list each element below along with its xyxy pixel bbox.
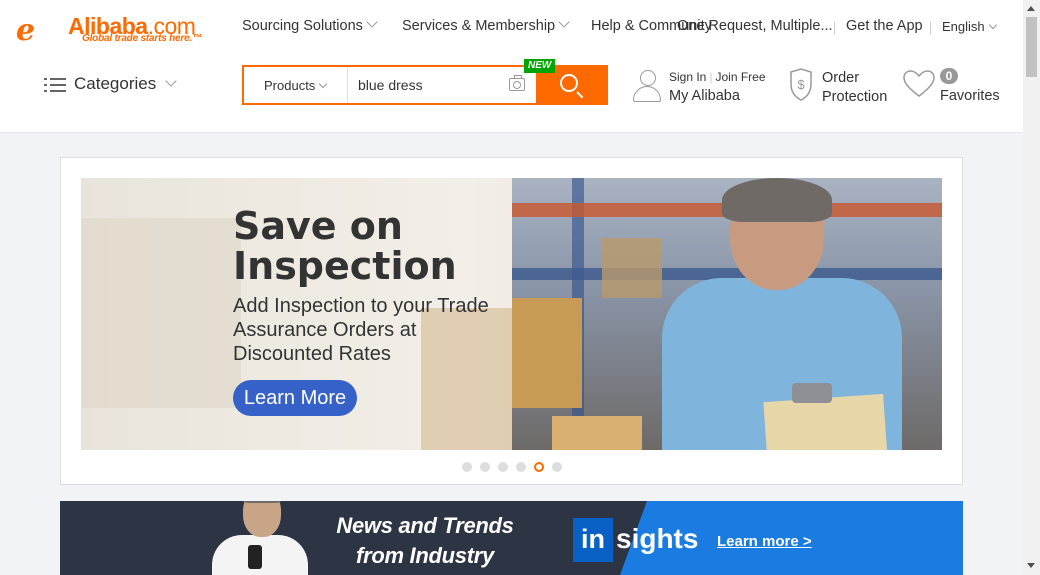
- nav-rfq-label: One Request, Multiple...: [677, 18, 833, 34]
- search-input[interactable]: [358, 74, 504, 96]
- carousel-dot-active[interactable]: [534, 462, 544, 472]
- logo-tagline: Global trade starts here.™: [82, 33, 202, 44]
- favorites-count-badge: 0: [940, 68, 958, 84]
- shield-dollar-icon[interactable]: $: [787, 68, 815, 102]
- chevron-down-icon: [165, 75, 177, 87]
- nav-sourcing-label: Sourcing Solutions: [242, 18, 363, 34]
- logo-mark-icon: e: [16, 13, 36, 48]
- favorites-link[interactable]: Favorites: [940, 88, 1000, 104]
- camera-icon[interactable]: [509, 75, 525, 91]
- svg-text:$: $: [797, 77, 805, 92]
- nav-divider: [930, 22, 931, 35]
- warehouse-worker-photo: [512, 178, 942, 450]
- nav-get-app[interactable]: Get the App: [846, 18, 923, 34]
- order-protection-link[interactable]: Order Protection: [822, 69, 887, 107]
- my-alibaba-link[interactable]: My Alibaba: [669, 88, 740, 104]
- scroll-thumb[interactable]: [1026, 17, 1037, 77]
- join-free-link[interactable]: Join Free: [715, 70, 765, 84]
- hero-banner[interactable]: Save on Inspection Add Inspection to you…: [81, 178, 942, 450]
- phone-icon: [248, 545, 262, 569]
- carousel-dot[interactable]: [552, 462, 562, 472]
- presenter-hair: [242, 501, 282, 503]
- nav-rfq[interactable]: One Request, Multiple...: [677, 18, 833, 34]
- search-category-select[interactable]: Products: [244, 67, 348, 103]
- hero-carousel: Save on Inspection Add Inspection to you…: [60, 157, 963, 485]
- sign-in-links: Sign In | Join Free: [669, 70, 766, 84]
- scroll-up-arrow-icon[interactable]: [1027, 6, 1035, 11]
- carousel-dot[interactable]: [480, 462, 490, 472]
- chevron-down-icon: [319, 79, 328, 89]
- chevron-down-icon: [558, 16, 570, 28]
- nav-divider: [834, 22, 835, 35]
- heart-icon[interactable]: [902, 69, 936, 99]
- banner-subtitle: Add Inspection to your Trade Assurance O…: [233, 295, 489, 365]
- language-selector[interactable]: English: [942, 19, 997, 34]
- order-protection-line2: Protection: [822, 89, 888, 105]
- insights-banner[interactable]: News and Trends from Industry Experts in…: [60, 501, 963, 575]
- sign-in-link[interactable]: Sign In: [669, 70, 706, 84]
- carousel-dot[interactable]: [498, 462, 508, 472]
- scroll-down-arrow-icon[interactable]: [1027, 563, 1035, 568]
- alibaba-logo[interactable]: e Alibaba.com Global trade starts here.™: [16, 12, 211, 48]
- nav-services-membership[interactable]: Services & Membership: [402, 16, 570, 34]
- vertical-scrollbar[interactable]: [1023, 0, 1040, 575]
- search-category-label: Products: [264, 78, 316, 93]
- list-menu-icon: [44, 77, 66, 93]
- order-protection-line1: Order: [822, 70, 860, 86]
- new-badge: NEW: [524, 59, 556, 73]
- presenter-head: [243, 501, 281, 537]
- link-divider: |: [709, 70, 713, 84]
- carousel-dot[interactable]: [516, 462, 526, 472]
- banner-bg-shape: [81, 218, 241, 408]
- language-label: English: [942, 19, 985, 34]
- learn-more-button[interactable]: Learn More: [233, 380, 357, 416]
- site-header: e Alibaba.com Global trade starts here.™…: [0, 0, 1023, 133]
- insights-logo-sights: sights: [616, 523, 699, 554]
- insights-logo-in: in: [573, 518, 613, 562]
- categories-label: Categories: [74, 74, 157, 93]
- nav-app-label: Get the App: [846, 18, 923, 34]
- insights-headline: News and Trends from Industry Experts: [336, 513, 514, 575]
- carousel-dot[interactable]: [462, 462, 472, 472]
- banner-title: Save on Inspection: [233, 204, 457, 288]
- user-icon[interactable]: [632, 70, 662, 102]
- search-icon: [560, 74, 578, 92]
- chevron-down-icon: [366, 16, 378, 28]
- nav-sourcing-solutions[interactable]: Sourcing Solutions: [242, 16, 378, 34]
- nav-services-label: Services & Membership: [402, 18, 556, 34]
- chevron-down-icon: [988, 20, 997, 30]
- insights-learn-more-link[interactable]: Learn more >: [717, 533, 812, 550]
